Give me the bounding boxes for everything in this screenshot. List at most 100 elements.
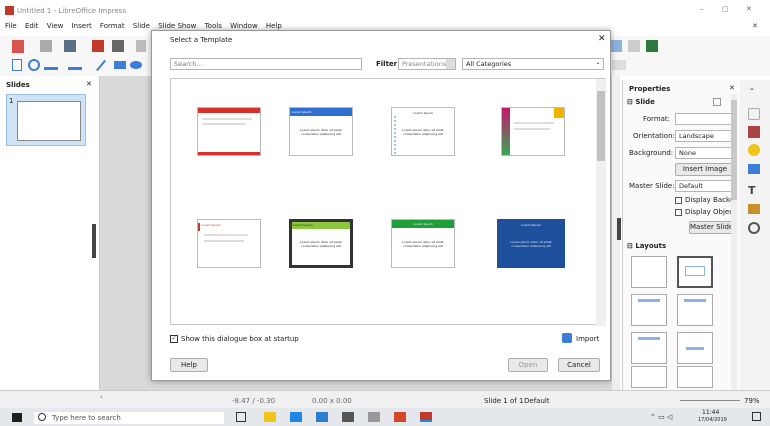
file-explorer-icon[interactable] <box>264 412 276 422</box>
layout-title-2-content-content[interactable] <box>631 366 667 388</box>
powerpoint-icon[interactable] <box>394 412 406 422</box>
menu-tools[interactable]: Tools <box>205 22 222 30</box>
template-thumbnail[interactable] <box>197 107 261 156</box>
filter-dropdown-icon[interactable] <box>446 59 455 69</box>
sidebar-scrollbar[interactable] <box>731 94 737 390</box>
windows-start-icon[interactable] <box>12 413 22 422</box>
fill-color-icon[interactable] <box>68 60 82 70</box>
menu-format[interactable]: Format <box>100 22 125 30</box>
master-slides-tab-icon[interactable] <box>748 164 760 174</box>
table-icon[interactable] <box>628 40 640 52</box>
show-at-startup-checkbox[interactable]: ✓ <box>170 335 178 343</box>
master-slide-select[interactable]: Default <box>675 180 735 192</box>
styles-tab-icon[interactable]: T <box>748 184 756 197</box>
help-button[interactable]: Help <box>170 358 208 372</box>
orientation-select[interactable]: Landscape <box>675 130 735 142</box>
category-select[interactable]: All Categories <box>462 58 604 70</box>
layout-title-two-content[interactable] <box>677 294 713 326</box>
zoom-slider[interactable] <box>680 400 740 401</box>
layout-title-slide[interactable] <box>677 256 713 288</box>
sidebar-scroll-thumb[interactable] <box>731 100 737 200</box>
gallery-tab-icon[interactable] <box>748 204 760 214</box>
clock-time[interactable]: 11:44 <box>702 409 719 416</box>
task-view-icon[interactable] <box>236 412 246 422</box>
template-search-input[interactable]: Search... <box>170 58 362 70</box>
template-thumbnail[interactable]: Lorem Ipsum Lorem ipsum dolor sit amet c… <box>497 219 565 268</box>
text-box-icon[interactable] <box>44 60 58 70</box>
close-icon[interactable]: ✕ <box>746 5 752 13</box>
sidebar-splitter[interactable] <box>617 218 621 240</box>
impress-taskbar-icon[interactable] <box>420 412 432 422</box>
clock-date[interactable]: 17/04/2019 <box>698 417 727 423</box>
notifications-icon[interactable] <box>752 412 761 421</box>
properties-close-icon[interactable]: ✕ <box>729 84 735 92</box>
properties-tab-icon[interactable] <box>748 108 760 120</box>
animation-tab-icon[interactable] <box>748 144 760 156</box>
template-thumbnail[interactable]: Lorem Ipsum <box>197 219 261 268</box>
rectangle-icon[interactable] <box>114 61 126 69</box>
export-pdf-icon[interactable] <box>92 40 104 52</box>
template-thumbnail[interactable]: Lorem Ipsum Lorem ipsum dolor sit amet c… <box>289 219 353 268</box>
menu-window[interactable]: Window <box>230 22 258 30</box>
print-icon[interactable] <box>112 40 124 52</box>
layout-centered-text[interactable] <box>677 332 713 364</box>
sidebar-menu-icon[interactable]: ⌄ <box>749 84 755 92</box>
tray-icons[interactable]: ⌃ ▭ ◁ <box>650 413 672 421</box>
category-dropdown-icon[interactable]: ⌄ <box>593 59 603 69</box>
menu-slide[interactable]: Slide <box>133 22 150 30</box>
save-icon[interactable] <box>64 40 76 52</box>
insert-image-button[interactable]: Insert Image <box>675 163 735 176</box>
format-select[interactable] <box>675 113 735 125</box>
maximize-icon[interactable]: ▢ <box>722 5 729 13</box>
layouts-section-header[interactable]: ⊟ Layouts <box>627 242 666 250</box>
layout-title-content-2-content[interactable] <box>677 366 713 388</box>
menu-view[interactable]: View <box>47 22 64 30</box>
menu-file[interactable]: File <box>5 22 17 30</box>
menu-edit[interactable]: Edit <box>25 22 39 30</box>
gallery-scroll-thumb[interactable] <box>597 91 605 161</box>
gallery-scrollbar[interactable] <box>596 79 606 326</box>
open-icon[interactable] <box>40 40 52 52</box>
close-document-icon[interactable]: ✕ <box>752 22 758 30</box>
taskbar-search[interactable]: Type here to search <box>34 412 224 424</box>
paint-icon[interactable] <box>368 412 380 422</box>
minimize-icon[interactable]: – <box>700 5 704 13</box>
template-thumbnail[interactable] <box>501 107 565 156</box>
close-panel-icon[interactable]: ✕ <box>86 80 92 88</box>
layout-title-only[interactable] <box>631 332 667 364</box>
display-background-checkbox[interactable] <box>675 197 682 204</box>
dialog-close-icon[interactable]: ✕ <box>598 34 606 44</box>
edge-icon[interactable] <box>290 412 302 422</box>
template-thumbnail[interactable]: Lorem Ipsum Lorem ipsum dolor sit amet c… <box>289 107 353 156</box>
import-button[interactable]: Import <box>576 335 599 343</box>
shape-icon[interactable] <box>612 60 626 70</box>
image-icon[interactable] <box>646 40 658 52</box>
template-thumbnail[interactable]: Lorem Ipsum Lorem ipsum dolor sit amet c… <box>391 107 455 156</box>
display-icon[interactable] <box>610 40 622 52</box>
slide-thumbnail[interactable]: 1 <box>6 94 86 146</box>
display-objects-checkbox[interactable] <box>675 209 682 216</box>
open-button[interactable]: Open <box>508 358 548 372</box>
template-thumbnail[interactable]: Lorem Ipsum Lorem ipsum dolor sit amet c… <box>391 219 455 268</box>
select-icon[interactable] <box>12 59 22 71</box>
slide-section-header[interactable]: ⊟ Slide <box>627 98 655 106</box>
menu-help[interactable]: Help <box>266 22 282 30</box>
import-icon[interactable] <box>562 333 572 343</box>
menu-insert[interactable]: Insert <box>72 22 92 30</box>
cancel-button[interactable]: Cancel <box>558 358 600 372</box>
scroll-left-icon[interactable]: ‹ <box>100 393 103 401</box>
layout-blank[interactable] <box>631 256 667 288</box>
slide-transition-tab-icon[interactable] <box>748 126 760 138</box>
store-icon[interactable] <box>316 412 328 422</box>
ellipse-icon[interactable] <box>130 61 142 69</box>
menu-slide-show[interactable]: Slide Show <box>158 22 196 30</box>
more-options-icon[interactable] <box>713 98 721 106</box>
master-slides-button[interactable]: Master Slides <box>689 221 735 234</box>
background-select[interactable]: None <box>675 147 735 159</box>
cut-icon[interactable] <box>136 40 146 52</box>
zoom-level[interactable]: 79% <box>744 397 760 405</box>
navigator-tab-icon[interactable] <box>748 222 760 234</box>
new-icon[interactable] <box>12 40 24 53</box>
calculator-icon[interactable] <box>342 412 354 422</box>
line-icon[interactable] <box>96 59 106 72</box>
